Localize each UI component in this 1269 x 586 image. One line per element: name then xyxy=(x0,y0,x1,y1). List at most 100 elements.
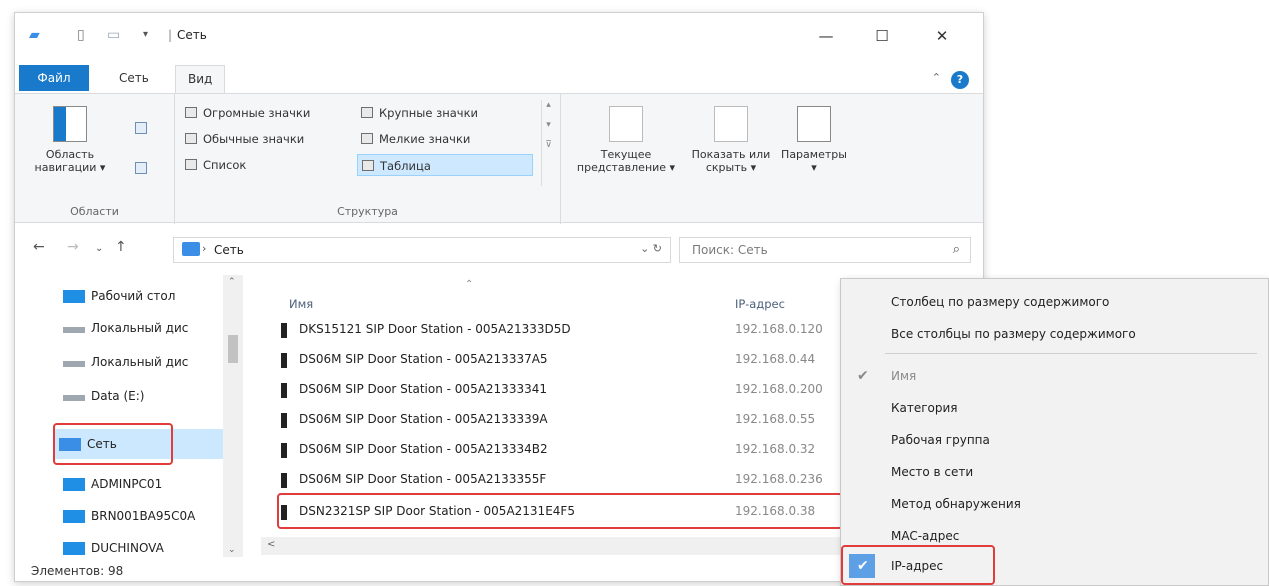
nav-item-local-disk-c[interactable]: Локальный дис xyxy=(59,313,229,343)
device-highlight-box xyxy=(277,493,843,529)
layout-group: Огромные значки Крупные значки Обычные з… xyxy=(175,94,561,224)
layout-gallery: Огромные значки Крупные значки Обычные з… xyxy=(181,102,547,186)
back-button[interactable]: ← xyxy=(33,239,45,255)
menu-item-category[interactable]: Категория xyxy=(841,393,1268,423)
help-icon[interactable]: ? xyxy=(951,71,969,89)
layout-large-icons[interactable]: Крупные значки xyxy=(357,102,527,124)
device-icon xyxy=(281,413,287,428)
extra-large-icons-icon xyxy=(185,107,197,118)
nav-item-label: DUCHINOVA xyxy=(91,541,164,555)
refresh-icon[interactable]: ↻ xyxy=(653,242,662,255)
table-row[interactable]: DS06M SIP Door Station - 005A2133339A 192… xyxy=(275,405,855,435)
device-icon xyxy=(281,383,287,398)
row-name: DS06M SIP Door Station - 005A21333341 xyxy=(299,382,547,396)
quick-access-dropdown-icon[interactable]: ▾ xyxy=(143,27,148,43)
drive-icon xyxy=(63,327,85,333)
layout-item-label: Обычные значки xyxy=(203,132,305,146)
new-folder-icon[interactable]: ▭ xyxy=(107,27,120,43)
network-highlight-box xyxy=(53,423,173,465)
preview-pane-icon[interactable] xyxy=(135,122,147,134)
tab-network[interactable]: Сеть xyxy=(107,65,161,91)
row-ip: 192.168.0.44 xyxy=(735,352,816,366)
show-hide-icon xyxy=(714,106,748,142)
table-row[interactable]: DS06M SIP Door Station - 005A213334B2 192… xyxy=(275,435,855,465)
menu-item-workgroup[interactable]: Рабочая группа xyxy=(841,425,1268,455)
maximize-button[interactable]: ☐ xyxy=(859,23,905,49)
show-hide-button[interactable]: Показать или скрыть ▾ xyxy=(689,106,773,174)
column-header-ip[interactable]: IP-адрес xyxy=(735,297,785,311)
details-icon xyxy=(362,160,374,171)
layout-item-label: Огромные значки xyxy=(203,106,311,120)
options-icon xyxy=(797,106,831,142)
details-pane-icon[interactable] xyxy=(135,162,147,174)
scroll-left-icon[interactable]: < xyxy=(267,539,275,550)
panes-group: Область навигации ▾ Области xyxy=(15,94,175,224)
navigation-pane: Рабочий стол Локальный дис Локальный дис… xyxy=(15,275,261,557)
forward-button[interactable]: → xyxy=(67,239,79,255)
table-row[interactable]: DS06M SIP Door Station - 005A21333341 192… xyxy=(275,375,855,405)
close-button[interactable]: ✕ xyxy=(919,23,965,49)
nav-item-duchinova[interactable]: DUCHINOVA xyxy=(59,533,229,555)
status-bar: Элементов: 98 xyxy=(15,559,983,581)
current-view-icon xyxy=(609,106,643,142)
menu-item-label: Рабочая группа xyxy=(891,433,990,447)
row-ip: 192.168.0.55 xyxy=(735,412,816,426)
up-button[interactable]: ↑ xyxy=(115,239,127,255)
menu-item-network-location[interactable]: Место в сети xyxy=(841,457,1268,487)
show-hide-label: Показать или скрыть ▾ xyxy=(691,148,771,174)
address-bar[interactable]: › Сеть ⌄ ↻ xyxy=(173,237,671,263)
nav-item-adminpc01[interactable]: ADMINPC01 xyxy=(59,469,229,499)
computer-icon xyxy=(63,542,85,555)
nav-item-desktop[interactable]: Рабочий стол xyxy=(59,281,229,311)
layout-item-label: Список xyxy=(203,158,247,172)
options-button[interactable]: Параметры ▾ xyxy=(779,106,849,174)
device-icon xyxy=(281,353,287,368)
layout-small-icons[interactable]: Мелкие значки xyxy=(357,128,527,150)
computer-icon xyxy=(63,510,85,523)
column-header-name[interactable]: Имя xyxy=(289,297,313,311)
table-row[interactable]: DS06M SIP Door Station - 005A2133355F 192… xyxy=(275,465,855,495)
row-name: DS06M SIP Door Station - 005A2133355F xyxy=(299,472,547,486)
title-bar: ▰ ▯ ▭ ▾ | Сеть — ☐ ✕ xyxy=(15,13,983,59)
navigation-pane-button[interactable]: Область навигации ▾ xyxy=(33,106,107,174)
checkmark-icon: ✔ xyxy=(857,368,869,384)
panes-group-label: Области xyxy=(70,205,119,218)
layout-extra-large-icons[interactable]: Огромные значки xyxy=(181,102,349,124)
collapse-ribbon-icon[interactable]: ⌃ xyxy=(932,71,941,84)
computer-icon xyxy=(63,478,85,491)
current-view-group: Текущее представление ▾ Показать или скр… xyxy=(561,94,847,224)
tab-file[interactable]: Файл xyxy=(19,65,89,91)
nav-item-label: Data (E:) xyxy=(91,389,145,403)
search-input[interactable]: Поиск: Сеть ⌕ xyxy=(679,237,971,263)
scroll-down-icon[interactable]: ⌄ xyxy=(228,545,236,555)
nav-item-brn-printer[interactable]: BRN001BA95C0A xyxy=(59,501,229,531)
breadcrumb-chevron-icon: › xyxy=(202,242,207,255)
menu-item-size-all-columns[interactable]: Все столбцы по размеру содержимого xyxy=(841,319,1268,349)
row-ip: 192.168.0.200 xyxy=(735,382,823,396)
menu-separator xyxy=(885,353,1257,354)
menu-item-size-column-to-fit[interactable]: Столбец по размеру содержимого xyxy=(841,287,1268,317)
menu-item-label: Столбец по размеру содержимого xyxy=(891,295,1110,309)
layout-list[interactable]: Список xyxy=(181,154,349,176)
breadcrumb[interactable]: Сеть xyxy=(214,243,244,257)
table-row[interactable]: DKS15121 SIP Door Station - 005A21333D5D… xyxy=(275,315,855,345)
properties-icon[interactable]: ▯ xyxy=(77,27,85,43)
tab-view[interactable]: Вид xyxy=(175,65,226,93)
nav-item-local-disk-d[interactable]: Локальный дис xyxy=(59,347,229,377)
current-view-button[interactable]: Текущее представление ▾ xyxy=(567,106,685,174)
menu-item-name[interactable]: ✔ Имя xyxy=(841,361,1268,391)
explorer-window: ▰ ▯ ▭ ▾ | Сеть — ☐ ✕ Файл Сеть Вид ⌃ ? О… xyxy=(14,12,984,582)
layout-item-label: Таблица xyxy=(380,159,431,173)
minimize-button[interactable]: — xyxy=(803,23,849,49)
nav-item-data-e[interactable]: Data (E:) xyxy=(59,381,229,411)
layout-medium-icons[interactable]: Обычные значки xyxy=(181,128,349,150)
address-dropdown-icon[interactable]: ⌄ ↻ xyxy=(640,242,662,255)
table-row[interactable]: DS06M SIP Door Station - 005A213337A5 192… xyxy=(275,345,855,375)
layout-details[interactable]: Таблица xyxy=(357,154,533,176)
layout-gallery-scroll[interactable]: ▴ ▾ ⊽ xyxy=(541,100,555,186)
navigation-scrollbar[interactable]: ⌃ ⌄ xyxy=(223,275,243,557)
menu-item-discovery-method[interactable]: Метод обнаружения xyxy=(841,489,1268,519)
navigation-scroll-thumb[interactable] xyxy=(228,335,238,363)
recent-locations-icon[interactable]: ⌄ xyxy=(95,243,103,254)
scroll-up-icon[interactable]: ⌃ xyxy=(228,277,236,287)
